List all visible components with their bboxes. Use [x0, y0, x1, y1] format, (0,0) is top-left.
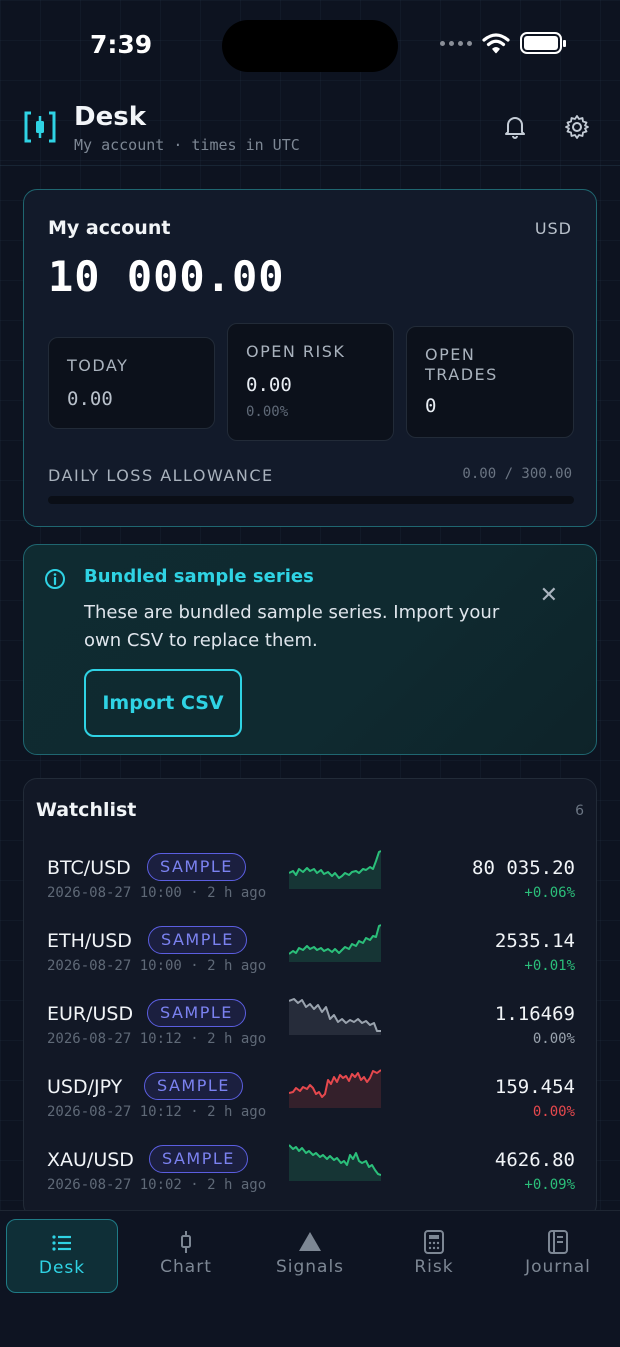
status-time: 7:39: [90, 30, 153, 59]
nav-label: Chart: [160, 1257, 212, 1277]
candle-icon: [181, 1231, 191, 1253]
account-currency: USD: [534, 219, 572, 238]
open-risk-stat: OPEN RISK 0.00 0.00%: [227, 323, 394, 441]
sample-banner: Bundled sample series ✕ These are bundle…: [23, 544, 597, 755]
list-icon: [52, 1235, 71, 1251]
sample-badge: SAMPLE: [148, 926, 247, 954]
dynamic-island: [222, 20, 398, 72]
timestamp: 2026-08-27 10:00 · 2 h ago: [47, 958, 267, 974]
symbol-label: EUR/USD: [47, 1003, 134, 1025]
app-logo-icon: [24, 111, 56, 143]
status-bar: 7:39: [0, 0, 620, 92]
price: 159.454: [494, 1076, 575, 1098]
price-change: +0.06%: [524, 885, 575, 901]
bell-icon[interactable]: [502, 114, 528, 140]
nav-item-chart[interactable]: Chart: [130, 1219, 242, 1293]
nav-item-signals[interactable]: Signals: [254, 1219, 366, 1293]
price-change: +0.09%: [524, 1177, 575, 1193]
symbol-label: BTC/USD: [47, 857, 131, 879]
sample-badge: SAMPLE: [147, 999, 246, 1027]
watchlist-row-usdjpy[interactable]: USD/JPY SAMPLE 2026-08-27 10:12 · 2 h ag…: [24, 1069, 596, 1138]
timestamp: 2026-08-27 10:12 · 2 h ago: [47, 1031, 267, 1047]
price: 4626.80: [494, 1149, 575, 1171]
account-card: My account USD 10 000.00 TODAY 0.00 OPEN…: [23, 189, 597, 527]
price-change: +0.01%: [524, 958, 575, 974]
sparkline: [289, 998, 381, 1035]
watchlist-card: Watchlist 6 BTC/USD SAMPLE 2026-08-27 10…: [23, 778, 597, 1218]
nav-label: Desk: [38, 1258, 86, 1278]
timestamp: 2026-08-27 10:00 · 2 h ago: [47, 885, 267, 901]
sparkline: [289, 1144, 381, 1181]
banner-text: These are bundled sample series. Import …: [84, 602, 500, 651]
today-value: 0.00: [67, 388, 113, 410]
open-trades-value: 0: [425, 395, 437, 417]
symbol-label: ETH/USD: [47, 930, 132, 952]
wifi-icon: [482, 33, 510, 54]
banner-title: Bundled sample series: [84, 566, 314, 587]
watchlist-row-eurusd[interactable]: EUR/USD SAMPLE 2026-08-27 10:12 · 2 h ag…: [24, 998, 596, 1065]
sample-badge: SAMPLE: [147, 853, 246, 881]
price-change: 0.00%: [532, 1104, 575, 1120]
calculator-icon: [424, 1230, 444, 1254]
open-trades-label: OPEN TRADES: [425, 345, 498, 384]
account-balance: 10 000.00: [48, 252, 285, 301]
account-title: My account: [48, 217, 171, 239]
watchlist-title: Watchlist: [36, 799, 137, 821]
triangle-icon: [299, 1232, 321, 1251]
cellular-signal-icon: [440, 40, 472, 46]
today-label: TODAY: [67, 356, 129, 375]
open-trades-stat: OPEN TRADES 0: [406, 326, 574, 438]
import-csv-button[interactable]: Import CSV: [84, 669, 242, 737]
open-risk-label: OPEN RISK: [246, 342, 346, 361]
today-stat: TODAY 0.00: [48, 337, 215, 429]
sample-badge: SAMPLE: [144, 1072, 243, 1100]
daily-loss-bar: [48, 496, 574, 504]
nav-label: Signals: [275, 1257, 345, 1277]
nav-label: Risk: [414, 1257, 454, 1277]
sparkline: [289, 850, 381, 889]
open-risk-value: 0.00: [246, 374, 292, 396]
close-icon[interactable]: ✕: [540, 583, 558, 608]
price: 1.16469: [494, 1003, 575, 1025]
timestamp: 2026-08-27 10:02 · 2 h ago: [47, 1177, 267, 1193]
info-icon: [45, 569, 65, 589]
daily-loss-value: 0.00 / 300.00: [462, 466, 572, 482]
open-risk-percent: 0.00%: [246, 404, 289, 420]
watchlist-row-ethusd[interactable]: ETH/USD SAMPLE 2026-08-27 10:00 · 2 h ag…: [24, 924, 596, 992]
price-change: 0.00%: [532, 1031, 575, 1047]
sparkline: [289, 1069, 381, 1108]
battery-icon: [520, 32, 566, 54]
nav-label: Journal: [525, 1257, 591, 1277]
nav-item-desk[interactable]: Desk: [6, 1219, 118, 1293]
daily-loss-label: DAILY LOSS ALLOWANCE: [48, 466, 274, 485]
symbol-label: XAU/USD: [47, 1149, 134, 1171]
watchlist-count: 6: [575, 803, 584, 819]
app-header: Desk My account · times in UTC: [0, 100, 620, 166]
nav-item-risk[interactable]: Risk: [378, 1219, 490, 1293]
price: 2535.14: [494, 930, 575, 952]
gear-icon[interactable]: [564, 114, 590, 140]
bottom-nav: Desk Chart Signals Risk Journal: [0, 1210, 620, 1347]
symbol-label: USD/JPY: [47, 1076, 123, 1098]
page-subtitle: My account · times in UTC: [74, 136, 300, 154]
watchlist-row-xauusd[interactable]: XAU/USD SAMPLE 2026-08-27 10:02 · 2 h ag…: [24, 1144, 596, 1211]
status-indicators: [440, 32, 566, 54]
journal-icon: [548, 1230, 568, 1254]
sparkline: [289, 924, 381, 962]
nav-item-journal[interactable]: Journal: [502, 1219, 614, 1293]
price: 80 035.20: [472, 857, 575, 879]
timestamp: 2026-08-27 10:12 · 2 h ago: [47, 1104, 267, 1120]
page-title: Desk: [74, 102, 146, 132]
watchlist-row-btcusd[interactable]: BTC/USD SAMPLE 2026-08-27 10:00 · 2 h ag…: [24, 850, 596, 919]
sample-badge: SAMPLE: [149, 1145, 248, 1173]
